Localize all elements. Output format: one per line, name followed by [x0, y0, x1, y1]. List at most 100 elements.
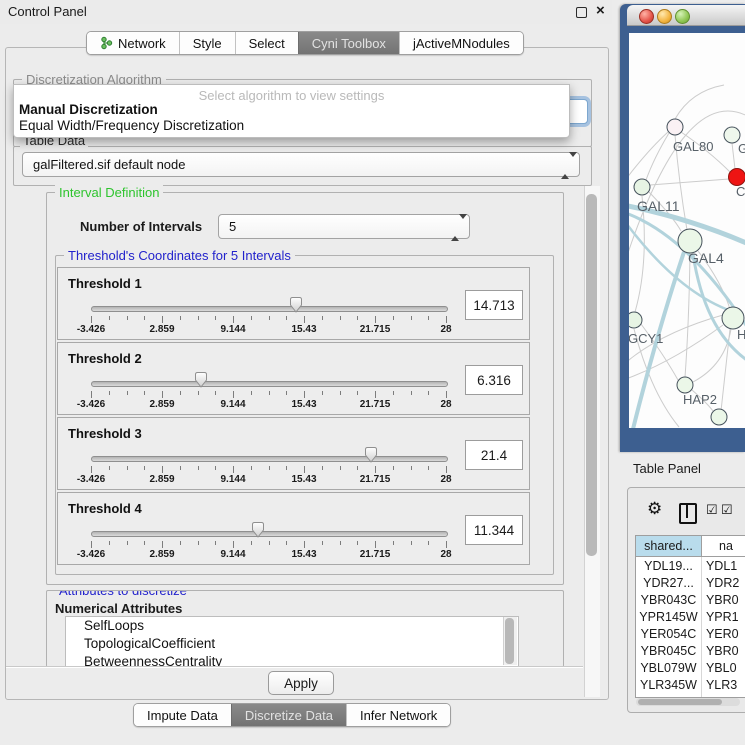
- network-node[interactable]: [722, 307, 744, 329]
- settings-scrollbar-thumb[interactable]: [586, 194, 597, 556]
- major-tick: [304, 541, 305, 548]
- threshold-1-panel: Threshold 1-3.4262.8599.14415.4321.71528…: [57, 267, 530, 340]
- axis-tick-label: 28: [440, 474, 451, 485]
- minor-tick: [198, 391, 199, 395]
- network-node[interactable]: [711, 409, 727, 425]
- minor-tick: [340, 541, 341, 545]
- minor-tick: [109, 466, 110, 470]
- table-data-combobox[interactable]: galFiltered.sif default node: [22, 152, 580, 177]
- tab-jactivemnodules[interactable]: jActiveMNodules: [399, 32, 523, 54]
- close-panel-icon[interactable]: ×: [596, 2, 605, 19]
- control-panel-tabbar: NetworkStyleSelectCyni ToolboxjActiveMNo…: [86, 31, 524, 55]
- algorithm-option-manual-discretization[interactable]: Manual Discretization: [19, 102, 158, 117]
- network-node[interactable]: [667, 119, 683, 135]
- attribute-item-selfloops[interactable]: SelfLoops: [66, 617, 518, 635]
- slider-track[interactable]: [91, 456, 448, 462]
- network-node[interactable]: [634, 179, 650, 195]
- algorithm-option-equal-width-frequency-discretization[interactable]: Equal Width/Frequency Discretization: [19, 118, 244, 133]
- table-horizontal-scrollbar-thumb[interactable]: [638, 699, 722, 705]
- network-edge[interactable]: [685, 253, 690, 377]
- threshold-1-value-field[interactable]: 14.713: [465, 290, 523, 320]
- major-tick: [304, 316, 305, 323]
- combo-stepper-icon: [451, 219, 460, 237]
- slider-handle[interactable]: [288, 296, 304, 314]
- threshold-3-panel: Threshold 3-3.4262.8599.14415.4321.71528…: [57, 417, 530, 490]
- network-node[interactable]: [629, 312, 642, 328]
- table-row[interactable]: YLR345WYLR3: [636, 676, 745, 693]
- attributes-list-scrollbar-thumb[interactable]: [505, 618, 514, 664]
- interval-definition-group-title: Interval Definition: [55, 185, 163, 200]
- threshold-label: Threshold 1: [68, 276, 142, 291]
- node-label-ga: GA: [738, 141, 745, 156]
- table-row[interactable]: YDR27...YDR2: [636, 574, 745, 591]
- node-attribute-table[interactable]: shared...naYDL19...YDL1YDR27...YDR2YBR04…: [635, 535, 745, 698]
- minor-tick: [251, 466, 252, 470]
- table-row[interactable]: YBL079WYBL0: [636, 659, 745, 676]
- thresholds-group-title: Threshold's Coordinates for 5 Intervals: [64, 248, 295, 263]
- network-edge[interactable]: [675, 85, 724, 119]
- major-tick: [233, 466, 234, 473]
- slider-track[interactable]: [91, 381, 448, 387]
- table-row[interactable]: YPR145WYPR1: [636, 608, 745, 625]
- checkbox-select-icon[interactable]: ☑: [706, 502, 718, 518]
- minor-tick: [411, 541, 412, 545]
- minimize-traffic-light-icon[interactable]: [657, 9, 672, 24]
- attribute-item-topologicalcoefficient[interactable]: TopologicalCoefficient: [66, 635, 518, 653]
- threshold-4-value-field[interactable]: 11.344: [465, 515, 523, 545]
- network-edge[interactable]: [646, 133, 669, 180]
- checkbox-select-all-icon[interactable]: ☑: [721, 502, 733, 518]
- minor-tick: [215, 316, 216, 320]
- tab-style[interactable]: Style: [179, 32, 235, 54]
- minor-tick: [144, 541, 145, 545]
- slider-handle[interactable]: [250, 521, 266, 539]
- major-tick: [446, 466, 447, 473]
- table-row[interactable]: YBR043CYBR0: [636, 591, 745, 608]
- table-row[interactable]: YDL19...YDL1: [636, 557, 745, 574]
- close-traffic-light-icon[interactable]: [639, 9, 654, 24]
- network-node[interactable]: [729, 169, 745, 186]
- minor-tick: [215, 541, 216, 545]
- network-canvas[interactable]: GAL80GACGAL11GAL4GCY1HHAP2: [629, 33, 745, 428]
- axis-tick-label: -3.426: [77, 549, 105, 560]
- major-tick: [91, 316, 92, 323]
- tab-cyni-toolbox[interactable]: Cyni Toolbox: [298, 32, 399, 54]
- zoom-traffic-light-icon[interactable]: [675, 9, 690, 24]
- tab-discretize-data[interactable]: Discretize Data: [231, 704, 346, 726]
- major-tick: [304, 466, 305, 473]
- network-window-titlebar[interactable]: [627, 5, 745, 26]
- tab-network[interactable]: Network: [87, 32, 179, 54]
- network-edge[interactable]: [650, 179, 729, 185]
- axis-tick-label: 2.859: [149, 399, 174, 410]
- cell-name: YER0: [702, 625, 745, 642]
- network-edge[interactable]: [629, 132, 668, 183]
- threshold-2-value-field[interactable]: 6.316: [465, 365, 523, 395]
- slider-track[interactable]: [91, 531, 448, 537]
- tab-infer-network[interactable]: Infer Network: [346, 704, 450, 726]
- slider-track[interactable]: [91, 306, 448, 312]
- minor-tick: [198, 466, 199, 470]
- threshold-3-value-field[interactable]: 21.4: [465, 440, 523, 470]
- column-header-na[interactable]: na: [702, 536, 745, 556]
- axis-tick-label: 21.715: [360, 549, 391, 560]
- control-panel-title: Control Panel: [8, 4, 87, 19]
- major-tick: [91, 541, 92, 548]
- numerical-attributes-list[interactable]: SelfLoopsTopologicalCoefficientBetweenne…: [65, 616, 519, 668]
- minor-tick: [322, 391, 323, 395]
- axis-tick-label: 21.715: [360, 324, 391, 335]
- number-of-intervals-combobox[interactable]: 5: [218, 214, 470, 239]
- tab-impute-data[interactable]: Impute Data: [134, 704, 231, 726]
- slider-handle[interactable]: [363, 446, 379, 464]
- table-row[interactable]: YBR045CYBR0: [636, 642, 745, 659]
- network-edge[interactable]: [732, 143, 735, 169]
- table-header-row: shared...na: [636, 536, 745, 557]
- network-node[interactable]: [677, 377, 693, 393]
- gear-icon[interactable]: ⚙: [647, 499, 662, 519]
- tab-select[interactable]: Select: [235, 32, 298, 54]
- column-header-shared-[interactable]: shared...: [636, 536, 702, 556]
- minor-tick: [180, 391, 181, 395]
- split-columns-icon[interactable]: [679, 503, 697, 524]
- apply-button[interactable]: Apply: [268, 671, 334, 695]
- table-row[interactable]: YER054CYER0: [636, 625, 745, 642]
- slider-handle[interactable]: [193, 371, 209, 389]
- float-window-icon[interactable]: [576, 7, 587, 18]
